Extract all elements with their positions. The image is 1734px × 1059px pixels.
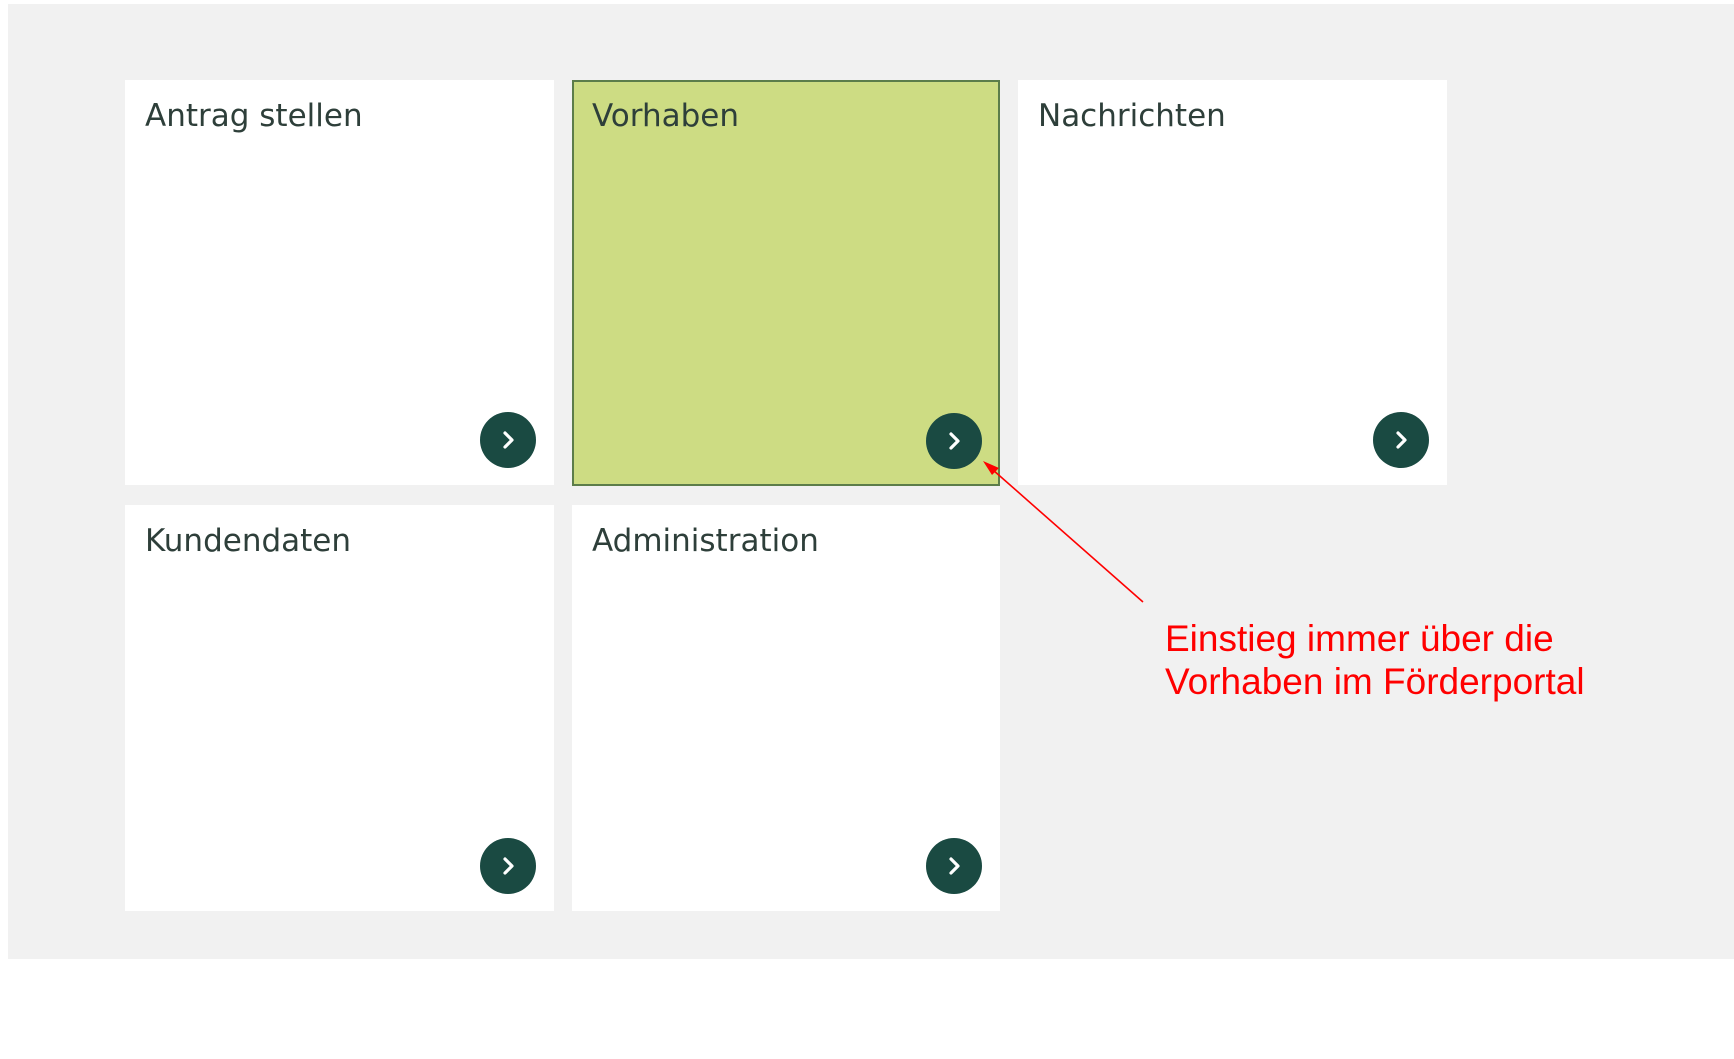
chevron-right-icon xyxy=(949,432,960,450)
tile-administration[interactable]: Administration xyxy=(572,505,1000,911)
open-administration-button[interactable] xyxy=(926,838,982,894)
tile-kundendaten[interactable]: Kundendaten xyxy=(125,505,554,911)
chevron-right-icon xyxy=(1396,431,1407,449)
annotation-text: Einstieg immer über die Vorhaben im Förd… xyxy=(1165,617,1585,703)
tile-title: Administration xyxy=(592,523,819,559)
chevron-right-icon xyxy=(949,857,960,875)
tile-vorhaben[interactable]: Vorhaben xyxy=(572,80,1000,486)
chevron-right-icon xyxy=(503,431,514,449)
open-kundendaten-button[interactable] xyxy=(480,838,536,894)
open-vorhaben-button[interactable] xyxy=(926,413,982,469)
annotation-line-1: Einstieg immer über die xyxy=(1165,618,1554,659)
tile-title: Nachrichten xyxy=(1038,98,1226,134)
tile-title: Kundendaten xyxy=(145,523,352,559)
chevron-right-icon xyxy=(503,857,514,875)
tile-antrag-stellen[interactable]: Antrag stellen xyxy=(125,80,554,485)
open-antrag-stellen-button[interactable] xyxy=(480,412,536,468)
tile-nachrichten[interactable]: Nachrichten xyxy=(1018,80,1447,485)
annotation-line-2: Vorhaben im Förderportal xyxy=(1165,661,1585,702)
tile-title: Antrag stellen xyxy=(145,98,363,134)
tile-title: Vorhaben xyxy=(592,98,740,134)
open-nachrichten-button[interactable] xyxy=(1373,412,1429,468)
